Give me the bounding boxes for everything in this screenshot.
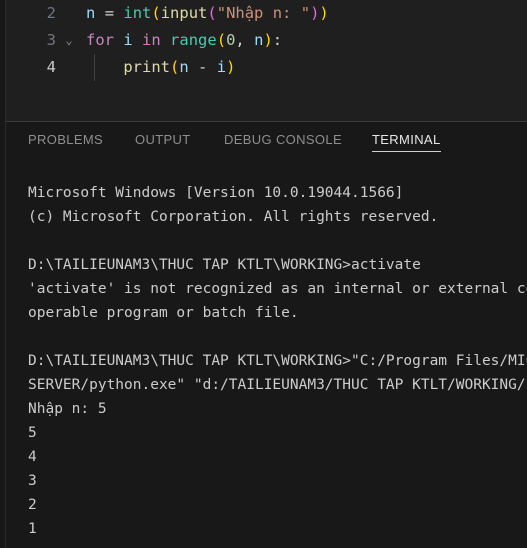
- code-line-list: 2n = int(input("Nhập n: ")) 3 ⌄ for i in ra…: [0, 0, 527, 81]
- code-token: ): [319, 4, 329, 22]
- code-line[interactable]: 2n = int(input("Nhập n: ")): [0, 0, 527, 27]
- terminal-line: Microsoft Windows [Version 10.0.19044.15…: [28, 185, 404, 201]
- code-token: ): [310, 4, 320, 22]
- code-token: ,: [235, 31, 245, 49]
- terminal-line: operable program or batch file.: [28, 305, 299, 321]
- code-token: (: [216, 31, 227, 49]
- code-text: print(n - i): [86, 54, 235, 81]
- code-token: print: [123, 58, 170, 76]
- panel-tab-problems[interactable]: PROBLEMS: [28, 122, 103, 157]
- code-token: n: [179, 58, 189, 76]
- code-token: 0: [226, 31, 236, 49]
- code-token: :: [272, 31, 283, 49]
- panel-tab-terminal[interactable]: TERMINAL: [372, 122, 441, 157]
- window-left-edge: [0, 0, 6, 548]
- terminal-line: D:\TAILIEUNAM3\THUC TAP KTLT\WORKING>"C:…: [28, 353, 527, 369]
- code-token: i: [216, 58, 227, 76]
- terminal-line: 3: [28, 473, 37, 489]
- code-token: -: [198, 58, 208, 76]
- active-tab-underline: [372, 151, 441, 152]
- terminal-line: D:\TAILIEUNAM3\THUC TAP KTLT\WORKING>act…: [28, 257, 421, 273]
- code-token: (: [170, 58, 180, 76]
- code-token: input: [160, 4, 208, 22]
- code-token: range: [170, 31, 217, 49]
- terminal-line: (c) Microsoft Corporation. All rights re…: [28, 209, 439, 225]
- code-token: for: [86, 31, 114, 49]
- code-editor[interactable]: 2n = int(input("Nhập n: ")) 3 ⌄ for i in ra…: [0, 0, 527, 121]
- code-token: in: [142, 31, 161, 49]
- line-number: 3: [46, 31, 56, 49]
- terminal-output[interactable]: Microsoft Windows [Version 10.0.19044.15…: [0, 157, 527, 548]
- code-token: ): [263, 31, 273, 49]
- editor-panel-divider[interactable]: [0, 121, 527, 122]
- code-line[interactable]: 3 ⌄ for i in range(0, n):: [0, 27, 527, 54]
- code-text: for i in range(0, n):: [86, 27, 282, 54]
- code-token: (: [207, 4, 217, 22]
- panel-tab-label: PROBLEMS: [28, 132, 104, 147]
- panel-tab-output[interactable]: OUTPUT: [135, 122, 191, 157]
- terminal-line: 2: [28, 497, 37, 513]
- code-token: "Nhập n: ": [216, 4, 311, 22]
- code-text: n = int(input("Nhập n: ")): [86, 0, 329, 27]
- terminal-line: 'activate' is not recognized as an inter…: [28, 281, 527, 297]
- code-token: ): [226, 58, 236, 76]
- panel-tab-label: DEBUG CONSOLE: [224, 132, 342, 147]
- panel-tab-label: OUTPUT: [135, 132, 191, 147]
- line-number: 2: [46, 4, 56, 22]
- code-token: n: [86, 4, 96, 22]
- chevron-down-icon[interactable]: ⌄: [62, 27, 76, 54]
- panel-tab-label: TERMINAL: [372, 132, 441, 147]
- code-token: (: [151, 4, 161, 22]
- terminal-line: 1: [28, 521, 37, 537]
- terminal-line: 4: [28, 449, 37, 465]
- terminal-line: SERVER/python.exe" "d:/TAILIEUNAM3/THUC …: [28, 377, 527, 393]
- code-token: =: [104, 4, 115, 22]
- panel-tab-debug-console[interactable]: DEBUG CONSOLE: [224, 122, 342, 157]
- code-line[interactable]: 4 print(n - i): [0, 54, 527, 81]
- code-token: int: [123, 4, 152, 22]
- terminal-line: Nhập n: 5: [28, 401, 107, 417]
- panel-tab-bar: PROBLEMS OUTPUT DEBUG CONSOLE TERMINAL: [0, 122, 527, 157]
- bottom-panel: PROBLEMS OUTPUT DEBUG CONSOLE TERMINAL Micr…: [0, 122, 527, 548]
- vscode-window: 2n = int(input("Nhập n: ")) 3 ⌄ for i in ra…: [0, 0, 527, 548]
- line-number: 4: [46, 58, 56, 76]
- code-token: i: [123, 31, 133, 49]
- terminal-line: 5: [28, 425, 37, 441]
